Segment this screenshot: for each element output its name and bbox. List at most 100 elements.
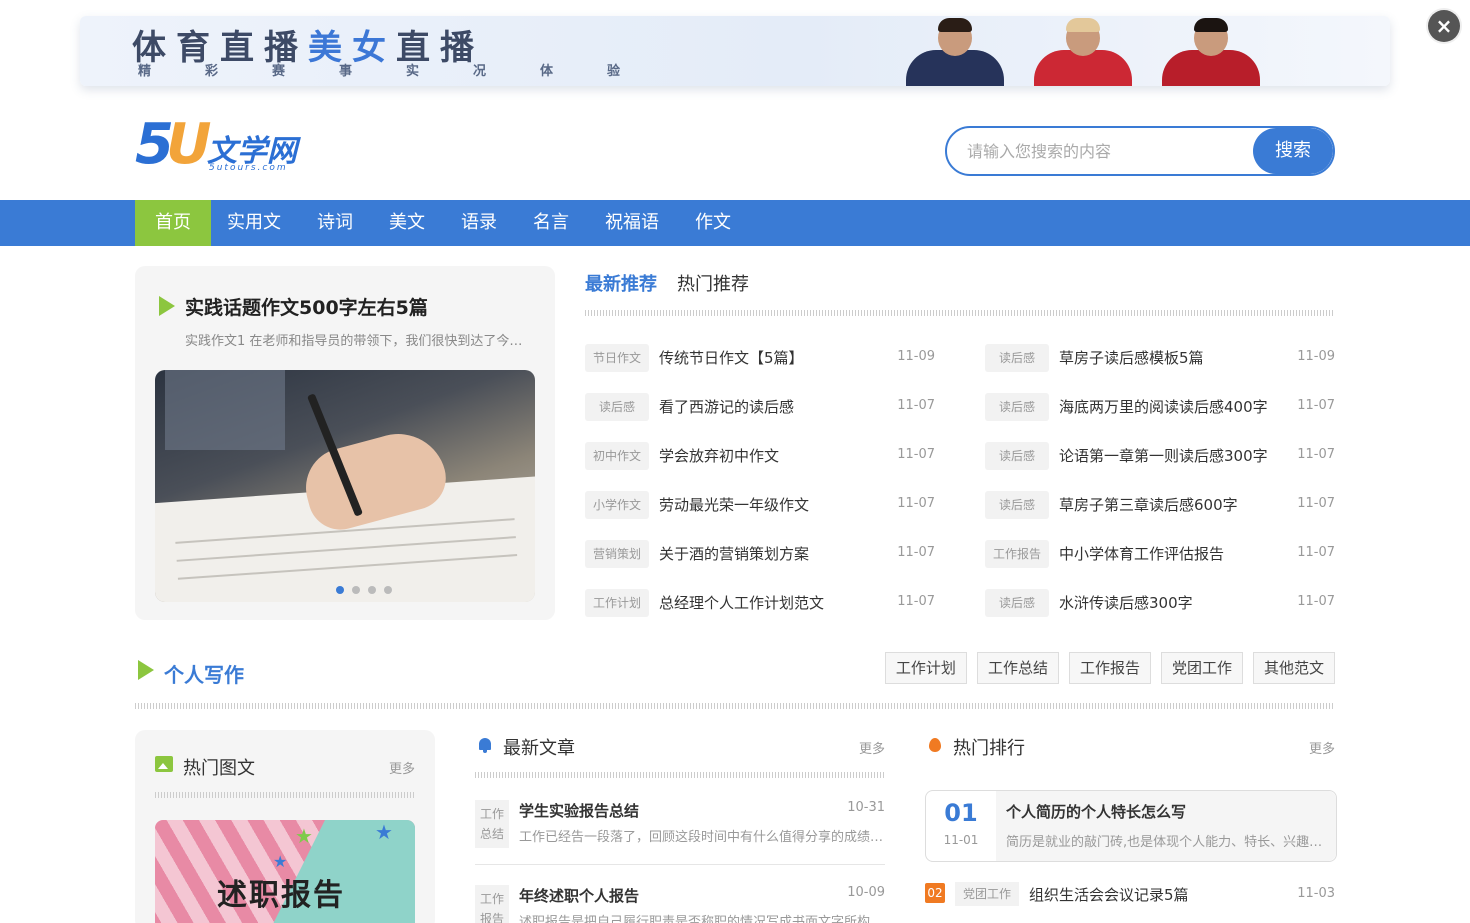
panel-title: 热门图文 (183, 758, 255, 779)
carousel-dot[interactable] (384, 586, 392, 594)
article-link[interactable]: 草房子读后感模板5篇 (1059, 347, 1204, 368)
section-tag-party-work[interactable]: 党团工作 (1160, 652, 1243, 684)
search-button[interactable]: 搜索 (1253, 128, 1333, 174)
nav-item-famous-sayings[interactable]: 名言 (513, 200, 589, 246)
banner-subtitle: 精彩赛事实况体验 (138, 64, 675, 79)
article-link[interactable]: 草房子第三章读后感600字 (1059, 494, 1238, 515)
article-date: 10-31 (847, 800, 885, 815)
category-tag[interactable]: 工作 总结 (475, 800, 509, 848)
rank-number: 02 (925, 883, 945, 903)
carousel-dot[interactable] (368, 586, 376, 594)
article-link[interactable]: 水浒传读后感300字 (1059, 592, 1193, 613)
category-tag[interactable]: 节日作文 (585, 344, 649, 372)
list-item: 工作计划 总经理个人工作计划范文 11-07 (585, 585, 935, 634)
nav-items: 首页 实用文 诗词 美文 语录 名言 祝福语 作文 (135, 200, 747, 246)
tab-hot-recommend[interactable]: 热门推荐 (677, 270, 749, 296)
category-tag[interactable]: 工作计划 (585, 589, 649, 617)
category-tag[interactable]: 党团工作 (955, 882, 1019, 906)
divider (155, 792, 415, 798)
category-tag[interactable]: 读后感 (985, 344, 1049, 372)
more-link[interactable]: 更多 (1309, 738, 1335, 757)
category-tag[interactable]: 工作报告 (475, 885, 509, 923)
article-date: 11-07 (897, 496, 935, 511)
nav-item-home[interactable]: 首页 (135, 200, 211, 246)
article-link[interactable]: 总经理个人工作计划范文 (659, 592, 824, 613)
section-title[interactable]: 个人写作 (164, 659, 244, 688)
nav-item-blessings[interactable]: 祝福语 (585, 200, 679, 246)
article-date: 11-07 (897, 594, 935, 609)
featured-title[interactable]: 实践话题作文500字左右5篇 (185, 293, 428, 320)
category-line: 报告 (479, 912, 504, 923)
category-tag[interactable]: 小学作文 (585, 491, 649, 519)
list-item: 小学作文 劳动最光荣一年级作文 11-07 (585, 487, 935, 536)
section-tag-work-report[interactable]: 工作报告 (1068, 652, 1151, 684)
rank-date: 11-01 (943, 833, 979, 847)
list-item: 读后感 论语第一章第一则读后感300字 11-07 (985, 438, 1335, 487)
search-input[interactable] (947, 128, 1253, 174)
recommend-tabs: 最新推荐 热门推荐 (585, 270, 769, 296)
section-tag-other[interactable]: 其他范文 (1252, 652, 1335, 684)
article-link[interactable]: 传统节日作文【5篇】 (659, 347, 804, 368)
article-date: 11-07 (1297, 545, 1335, 560)
section-tag-work-summary[interactable]: 工作总结 (976, 652, 1059, 684)
article-link[interactable]: 个人简历的个人特长怎么写 (1006, 801, 1186, 822)
article-date: 11-07 (897, 398, 935, 413)
featured-image[interactable] (155, 370, 535, 602)
article-link[interactable]: 组织生活会会议记录5篇 (1029, 884, 1189, 905)
article-link[interactable]: 学生实验报告总结 (519, 800, 639, 821)
category-line: 总结 (479, 827, 504, 841)
nav-item-practical[interactable]: 实用文 (207, 200, 301, 246)
close-ad-button[interactable]: × (1428, 10, 1460, 42)
player-figure (1028, 18, 1138, 86)
featured-description: 实践作文1 在老师和指导员的带领下，我们很快到达了今天的目的地 (185, 334, 535, 349)
carousel-dot[interactable] (336, 586, 344, 594)
category-tag[interactable]: 读后感 (985, 442, 1049, 470)
list-item: 营销策划 关于酒的营销策划方案 11-07 (585, 536, 935, 585)
ranking-top-item[interactable]: 01 11-01 个人简历的个人特长怎么写 简历是就业的敲门砖,也是体现个人能力… (925, 790, 1337, 862)
more-link[interactable]: 更多 (389, 758, 415, 777)
section-tag-work-plan[interactable]: 工作计划 (884, 652, 967, 684)
tab-latest-recommend[interactable]: 最新推荐 (585, 270, 657, 296)
nav-item-prose[interactable]: 美文 (369, 200, 445, 246)
flame-icon (929, 738, 941, 752)
list-item: 读后感 草房子读后感模板5篇 11-09 (985, 340, 1335, 389)
star-icon: ★ (295, 824, 313, 848)
article-link[interactable]: 中小学体育工作评估报告 (1059, 543, 1224, 564)
logo-number: 5 (135, 112, 174, 177)
article-link[interactable]: 论语第一章第一则读后感300字 (1059, 445, 1268, 466)
category-tag[interactable]: 读后感 (985, 491, 1049, 519)
nav-item-quotes[interactable]: 语录 (441, 200, 517, 246)
article-date: 11-07 (1297, 398, 1335, 413)
more-link[interactable]: 更多 (859, 738, 885, 757)
category-tag[interactable]: 初中作文 (585, 442, 649, 470)
article-link[interactable]: 年终述职个人报告 (519, 885, 639, 906)
category-tag[interactable]: 读后感 (985, 393, 1049, 421)
star-icon: ★ (273, 852, 288, 871)
section-triangle-icon (138, 660, 154, 680)
nav-item-essays[interactable]: 作文 (675, 200, 751, 246)
article-link[interactable]: 学会放弃初中作文 (659, 445, 779, 466)
carousel-dot[interactable] (352, 586, 360, 594)
logo-u: U (165, 112, 212, 177)
hot-picture-thumbnail[interactable]: ★ ★ ★ 述职报告 (155, 820, 415, 923)
top-ad-banner[interactable]: 体育直播美女直播 精彩赛事实况体验 (80, 16, 1390, 86)
category-tag[interactable]: 读后感 (585, 393, 649, 421)
article-date: 11-07 (1297, 447, 1335, 462)
divider (135, 703, 1335, 709)
article-link[interactable]: 劳动最光荣一年级作文 (659, 494, 809, 515)
article-link[interactable]: 看了西游记的读后感 (659, 396, 794, 417)
category-tag[interactable]: 读后感 (985, 589, 1049, 617)
recommend-list-right: 读后感 草房子读后感模板5篇 11-09 读后感 海底两万里的阅读读后感400字 11-… (985, 340, 1335, 634)
list-item: 节日作文 传统节日作文【5篇】 11-09 (585, 340, 935, 389)
article-summary: 简历是就业的敲门砖,也是体现个人能力、特长、兴趣爱好的重要材料 (1006, 835, 1324, 850)
list-item: 初中作文 学会放弃初中作文 11-07 (585, 438, 935, 487)
category-tag[interactable]: 工作报告 (985, 540, 1049, 568)
article-link[interactable]: 关于酒的营销策划方案 (659, 543, 809, 564)
article-date: 10-09 (847, 885, 885, 900)
list-item: 读后感 水浒传读后感300字 11-07 (985, 585, 1335, 634)
nav-item-poetry[interactable]: 诗词 (297, 200, 373, 246)
site-logo[interactable]: 5U 文学网 5utours.com (135, 112, 315, 177)
category-tag[interactable]: 营销策划 (585, 540, 649, 568)
article-link[interactable]: 海底两万里的阅读读后感400字 (1059, 396, 1268, 417)
section-tags: 工作计划 工作总结 工作报告 党团工作 其他范文 (875, 652, 1335, 684)
